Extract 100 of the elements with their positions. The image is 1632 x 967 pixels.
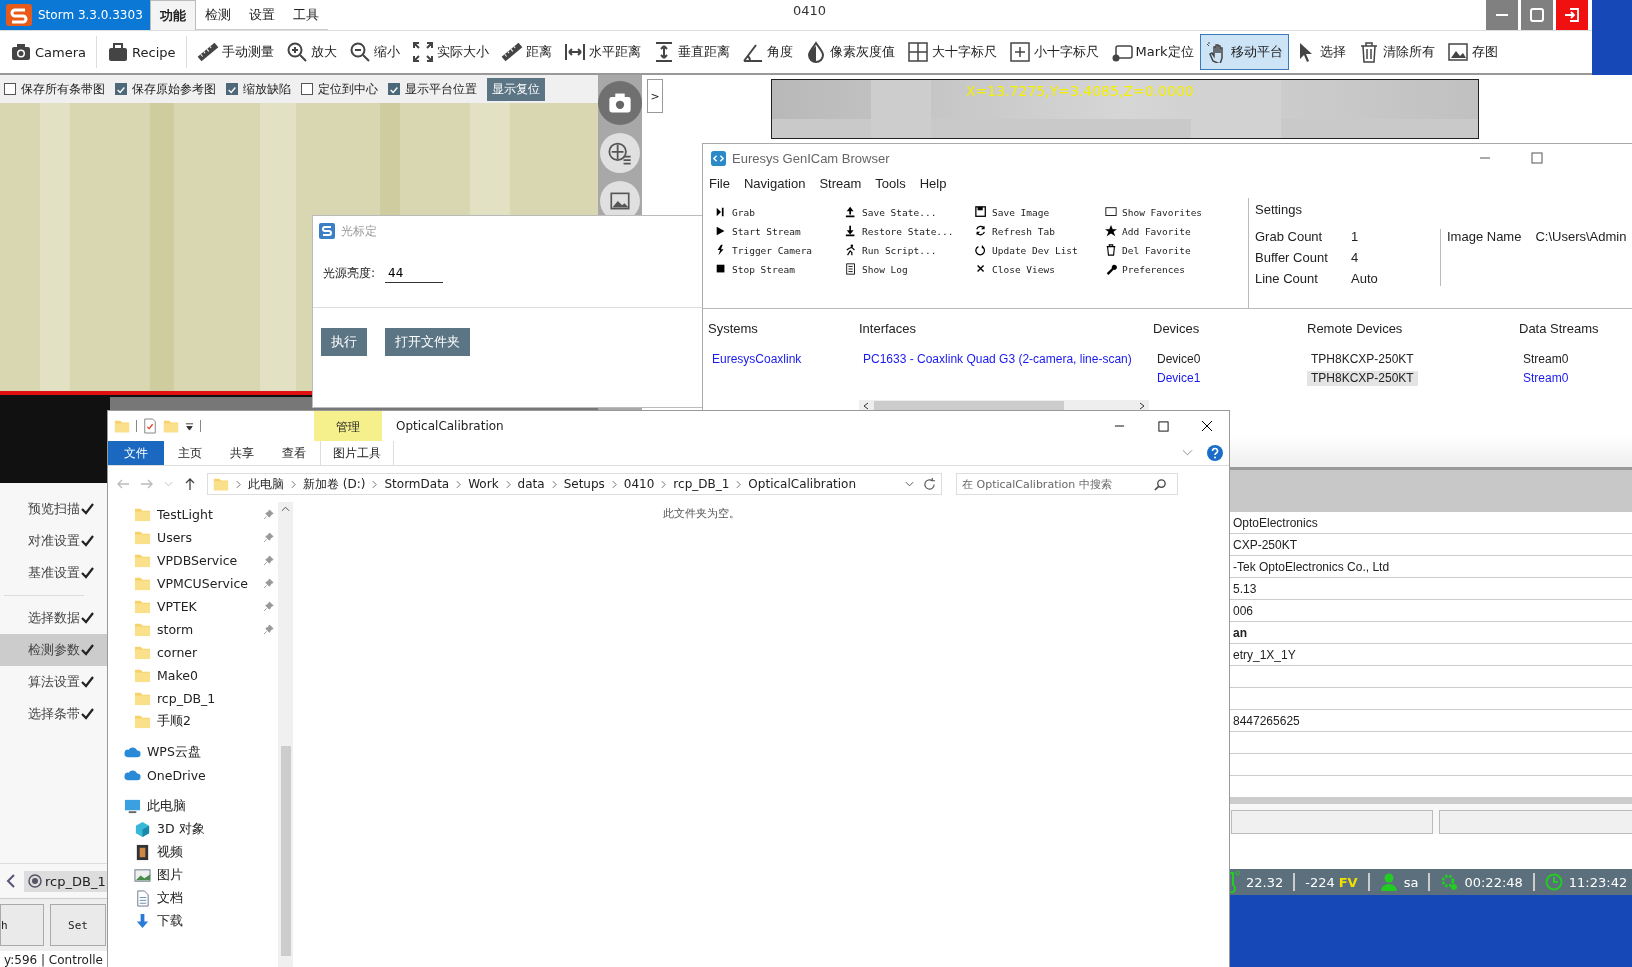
nav-item[interactable]: TestLight	[108, 503, 278, 526]
toolbar-button[interactable]: 放大	[279, 34, 343, 70]
breadcrumb[interactable]: StormData	[384, 477, 450, 491]
command-button[interactable]: Restore State...	[845, 223, 975, 239]
address-bar[interactable]: 此电脑 新加卷 (D:) StormData Work data Setups 0410 rcp_DB_1 OpticalCalibration	[207, 473, 942, 495]
nav-item[interactable]: storm	[108, 618, 278, 641]
toolbar-button[interactable]: 实际大小	[405, 34, 495, 70]
command-button[interactable]: Grab	[715, 204, 845, 220]
table-cell[interactable]: TPH8KCXP-250KT	[1307, 371, 1418, 386]
option-checkbox[interactable]: 保存所有条带图	[4, 80, 105, 98]
context-tab[interactable]: 管理	[314, 411, 382, 441]
step-item[interactable]: 选择数据	[0, 602, 110, 634]
breadcrumb[interactable]: Work	[468, 477, 499, 491]
reset-button[interactable]: 显示复位	[487, 77, 545, 101]
option-checkbox[interactable]: 缩放缺陷	[226, 80, 291, 98]
step-item[interactable]: 基准设置	[0, 557, 110, 589]
recipe-radio[interactable]: rcp_DB_1	[24, 870, 110, 892]
command-button[interactable]: Update Dev List	[975, 242, 1105, 258]
table-cell[interactable]: EuresysCoaxlink	[708, 352, 806, 367]
option-checkbox[interactable]: 显示平台位置	[388, 80, 477, 98]
menu-item[interactable]: File	[709, 175, 730, 191]
nav-item[interactable]: 视频	[108, 841, 278, 864]
table-cell[interactable]: Device1	[1153, 371, 1205, 386]
step-item[interactable]: 预览扫描	[0, 493, 110, 525]
toolbar-button[interactable]: 垂直距离	[646, 34, 736, 70]
toolbar-button[interactable]: 像素灰度值	[798, 34, 901, 70]
nav-item[interactable]: rcp_DB_1	[108, 687, 278, 710]
command-button[interactable]: Run Script...	[845, 242, 975, 258]
command-button[interactable]: Close Views	[975, 261, 1105, 277]
breadcrumb[interactable]: OpticalCalibration	[748, 477, 857, 491]
toolbar-button[interactable]: 大十字标尺	[900, 34, 1003, 70]
step-item[interactable]: 算法设置	[0, 666, 110, 698]
nav-item[interactable]: 3D 对象	[108, 818, 278, 841]
toolbar-button[interactable]: Mark定位	[1104, 34, 1200, 70]
toolbar-button[interactable]: 手动测量	[190, 34, 280, 70]
option-checkbox[interactable]: 保存原始参考图	[115, 80, 216, 98]
step-item[interactable]: 选择条带	[0, 698, 110, 730]
command-button[interactable]: Save State...	[845, 204, 975, 220]
action-button[interactable]: Set	[50, 904, 106, 946]
toolbar-button[interactable]: 小十字标尺	[1002, 34, 1105, 70]
breadcrumb[interactable]: 新加卷 (D:)	[303, 475, 366, 493]
command-button[interactable]: Refresh Tab	[975, 223, 1105, 239]
nav-item[interactable]: WPS云盘	[108, 741, 278, 764]
nav-item[interactable]: corner	[108, 641, 278, 664]
toolbar-button[interactable]: 角度	[735, 34, 799, 70]
table-cell[interactable]: Stream0	[1519, 371, 1573, 386]
action-button[interactable]: h	[0, 904, 44, 946]
command-button[interactable]: Add Favorite	[1105, 223, 1203, 239]
menu-item[interactable]: Tools	[875, 175, 906, 191]
menu-item[interactable]: Navigation	[743, 175, 806, 191]
command-button[interactable]: Preferences	[1105, 261, 1203, 277]
breadcrumb[interactable]: rcp_DB_1	[673, 477, 730, 491]
table-cell[interactable]: PC1633 - Coaxlink Quad G3 (2-camera, line-scan)	[859, 352, 1136, 367]
table-cell[interactable]: Device0	[1153, 352, 1205, 367]
table-cell[interactable]: Stream0	[1519, 352, 1573, 367]
nav-item[interactable]: 图片	[108, 864, 278, 887]
breadcrumb[interactable]: Setups	[563, 477, 605, 491]
nav-item[interactable]: Users	[108, 526, 278, 549]
nav-item[interactable]: 手顺2	[108, 710, 278, 733]
toolbar-button[interactable]: 清除所有	[1351, 34, 1441, 70]
breadcrumb[interactable]: 0410	[623, 477, 655, 491]
step-item[interactable]: 检测参数	[0, 634, 110, 666]
menu-item[interactable]: Stream	[819, 175, 862, 191]
toolbar-button[interactable]: 选择	[1288, 34, 1352, 70]
nav-item[interactable]: VPMCUService	[108, 572, 278, 595]
ribbon-tab[interactable]: 查看	[268, 441, 320, 465]
table-cell[interactable]: TPH8KCXP-250KT	[1307, 352, 1418, 367]
breadcrumb[interactable]: data	[517, 477, 545, 491]
command-button[interactable]: Show Favorites	[1105, 204, 1203, 220]
toolbar-button[interactable]: 存图	[1440, 34, 1504, 70]
expand-button[interactable]: >	[647, 79, 663, 113]
search-field[interactable]: 在 OpticalCalibration 中搜索	[956, 473, 1178, 495]
menu-tab[interactable]: 功能	[150, 0, 196, 30]
command-button[interactable]: Stop Stream	[715, 261, 845, 277]
breadcrumb[interactable]: 此电脑	[248, 475, 284, 493]
toolbar-button[interactable]: 移动平台	[1199, 34, 1289, 70]
toolbar-button[interactable]: 距离	[494, 34, 558, 70]
ribbon-tab[interactable]: 文件	[108, 441, 164, 465]
nav-item[interactable]: VPTEK	[108, 595, 278, 618]
ribbon-tab[interactable]: 主页	[164, 441, 216, 465]
step-item[interactable]: 对准设置	[0, 525, 110, 557]
command-button[interactable]: Start Stream	[715, 223, 845, 239]
dialog-button[interactable]: 打开文件夹	[385, 328, 470, 356]
command-button[interactable]: Trigger Camera	[715, 242, 845, 258]
menu-item[interactable]: Help	[919, 175, 947, 191]
nav-item[interactable]: VPDBService	[108, 549, 278, 572]
nav-item[interactable]: Make0	[108, 664, 278, 687]
command-button[interactable]: Del Favorite	[1105, 242, 1203, 258]
nav-item[interactable]: OneDrive	[108, 764, 278, 787]
toolbar-button[interactable]: Camera	[4, 34, 93, 70]
toolbar-button[interactable]: Recipe	[101, 34, 182, 70]
dialog-button[interactable]: 执行	[321, 328, 367, 356]
toolbar-button[interactable]: 水平距离	[557, 34, 647, 70]
command-button[interactable]: Show Log	[845, 261, 975, 277]
option-checkbox[interactable]: 定位到中心	[301, 80, 378, 98]
nav-item[interactable]: 此电脑	[108, 795, 278, 818]
nav-item[interactable]: 文档	[108, 887, 278, 910]
nav-item[interactable]: 下载	[108, 910, 278, 933]
toolbar-button[interactable]: 缩小	[342, 34, 406, 70]
ribbon-tab[interactable]: 共享	[216, 441, 268, 465]
